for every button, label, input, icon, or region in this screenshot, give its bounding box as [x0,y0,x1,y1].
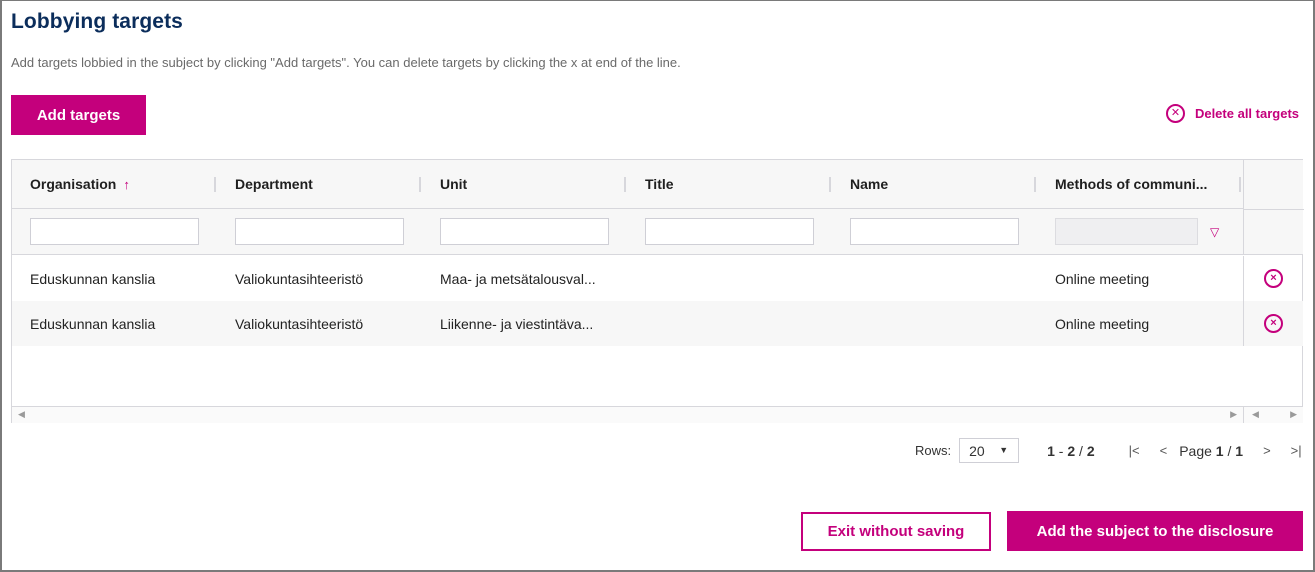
column-header-title[interactable]: Title [627,160,832,209]
targets-table: Organisation ↑ Department Unit Title Nam… [11,159,1304,423]
cell-methods: Online meeting [1055,270,1150,287]
cell-methods: Online meeting [1055,315,1150,332]
filter-unit-input[interactable] [440,218,609,245]
cell-unit: Maa- ja metsätalousval... [440,270,596,287]
cell-unit: Liikenne- ja viestintäva... [440,315,594,332]
first-page-icon[interactable]: |< [1129,443,1140,458]
rows-per-page-value: 20 [969,442,985,459]
column-label: Department [235,176,313,192]
column-label: Name [850,176,889,192]
scroll-right-icon[interactable]: ▶ [1230,409,1237,420]
column-label: Methods of communi... [1055,176,1208,192]
dialog-frame: Lobbying targets Add targets lobbied in … [0,0,1315,572]
column-label: Unit [440,176,468,192]
horizontal-scrollbar[interactable]: ◀ ▶ [12,406,1243,423]
filter-name-input[interactable] [850,218,1019,245]
action-column-scrollbar[interactable]: ◀ ▶ [1243,406,1303,423]
action-column-header [1243,160,1304,255]
cell-organisation: Eduskunnan kanslia [30,315,156,332]
row-action-cell: × [1243,256,1303,301]
scroll-left-icon[interactable]: ◀ [18,409,25,420]
scroll-right-icon[interactable]: ▶ [1290,409,1297,420]
prev-page-icon[interactable]: < [1160,443,1168,458]
next-page-icon[interactable]: > [1263,443,1271,458]
pagination: Rows: 20 ▼ 1 - 2 / 2 |< < Page 1 / 1 > >… [915,438,1302,463]
column-header-unit[interactable]: Unit [422,160,627,209]
scroll-left-icon[interactable]: ◀ [1252,409,1259,420]
add-subject-to-disclosure-button[interactable]: Add the subject to the disclosure [1007,511,1303,551]
page-info: Page 1 / 1 [1179,442,1244,459]
column-label: Organisation [30,176,117,192]
column-label: Title [645,176,674,192]
circle-x-icon: ✕ [1165,104,1185,123]
rows-label: Rows: [915,443,952,458]
delete-row-icon[interactable]: × [1264,269,1283,288]
delete-all-label: Delete all targets [1194,106,1299,121]
table-row[interactable]: Eduskunnan kanslia Valiokuntasihteeristö… [12,256,1243,301]
filter-organisation-input[interactable] [30,218,199,245]
column-header-organisation[interactable]: Organisation ↑ [12,160,217,209]
column-header-name[interactable]: Name [832,160,1037,209]
table-header-row: Organisation ↑ Department Unit Title Nam… [12,160,1243,209]
last-page-icon[interactable]: >| [1291,443,1302,458]
column-header-department[interactable]: Department [217,160,422,209]
column-header-methods[interactable]: Methods of communi... [1037,160,1242,209]
delete-all-targets-button[interactable]: ✕ Delete all targets [1165,104,1299,123]
row-action-cell: × [1243,301,1303,346]
filter-row: ▽ [12,209,1243,255]
filter-department-input[interactable] [235,218,404,245]
range-info: 1 - 2 / 2 [1047,442,1095,459]
chevron-down-icon: ▼ [999,445,1009,455]
filter-icon[interactable]: ▽ [1210,225,1219,239]
sort-ascending-icon: ↑ [123,176,130,192]
delete-row-icon[interactable]: × [1264,314,1283,333]
rows-per-page-select[interactable]: 20 ▼ [959,438,1020,463]
page-description: Add targets lobbied in the subject by cl… [11,55,681,70]
filter-title-input[interactable] [645,218,814,245]
cell-organisation: Eduskunnan kanslia [30,270,156,287]
table-row[interactable]: Eduskunnan kanslia Valiokuntasihteeristö… [12,301,1243,346]
add-targets-button[interactable]: Add targets [11,95,146,135]
exit-without-saving-button[interactable]: Exit without saving [801,512,991,551]
cell-department: Valiokuntasihteeristö [235,270,364,287]
page-title: Lobbying targets [11,10,183,33]
filter-methods-input[interactable] [1055,218,1198,245]
cell-department: Valiokuntasihteeristö [235,315,364,332]
